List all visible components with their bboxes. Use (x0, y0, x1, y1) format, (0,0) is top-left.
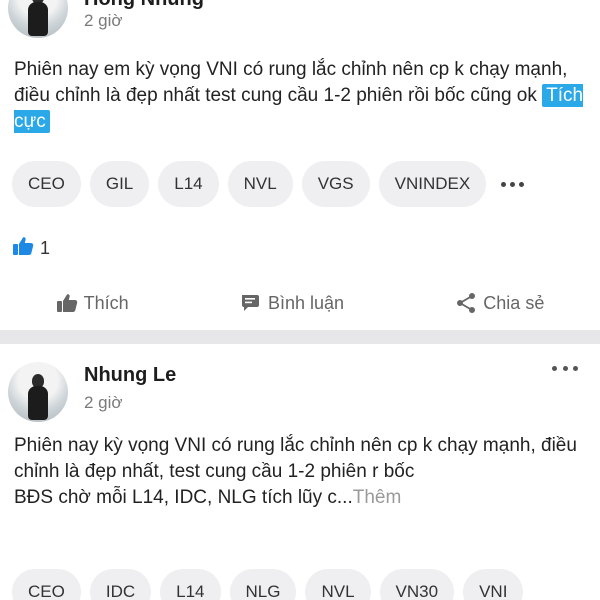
share-label: Chia sẻ (483, 292, 545, 313)
reaction-count: 1 (40, 237, 51, 258)
share-button[interactable]: Chia sẻ (445, 286, 554, 320)
like-button[interactable]: Thích (46, 287, 139, 320)
post-body-line: Phiên nay kỳ vọng VNI có rung lắc chỉnh … (14, 435, 577, 482)
tag-chip[interactable]: IDC (89, 569, 152, 600)
tag-list: CEO GIL L14 NVL VGS VNINDEX (12, 161, 590, 207)
more-tags-icon[interactable] (495, 161, 525, 207)
tag-chip[interactable]: L14 (158, 161, 219, 207)
tag-list: CEO IDC L14 NLG NVL VN30 VNI (12, 569, 590, 600)
like-label: Thích (83, 292, 129, 313)
tag-chip[interactable]: NVL (227, 161, 293, 207)
avatar[interactable] (8, 362, 68, 422)
more-options-icon[interactable] (552, 362, 578, 374)
post-body-excerpt: BĐS chờ mỗi L14, IDC, NLG tích lũy c... (14, 487, 353, 508)
comment-icon (240, 293, 262, 313)
post-time: 2 giờ (84, 393, 123, 412)
post-time: 2 giờ (84, 11, 123, 30)
tag-chip[interactable]: CEO (12, 161, 81, 207)
comment-label: Bình luận (267, 292, 345, 313)
thumbs-up-icon (12, 236, 34, 261)
share-icon (455, 292, 477, 314)
reaction-summary[interactable]: 1 (12, 236, 50, 260)
post-divider (0, 330, 600, 344)
avatar[interactable] (8, 0, 68, 38)
post-text: Phiên nay em kỳ vọng VNI có rung lắc chỉ… (14, 57, 584, 135)
thumbs-up-icon (56, 293, 78, 313)
post-body: Phiên nay em kỳ vọng VNI có rung lắc chỉ… (14, 59, 568, 106)
tag-chip[interactable]: VGS (301, 161, 370, 207)
avatar-figure-body (28, 386, 48, 420)
author-name[interactable]: Hồng Nhung (84, 0, 204, 11)
tag-chip[interactable]: VNINDEX (378, 161, 487, 207)
tag-chip[interactable]: VNI (463, 569, 524, 600)
avatar-figure-body (28, 2, 48, 36)
tag-chip[interactable]: NLG (229, 569, 297, 600)
tag-chip[interactable]: GIL (89, 161, 150, 207)
post-card: Hồng Nhung 2 giờ Phiên nay em kỳ vọng VN… (0, 0, 600, 330)
post-body-line-2: BĐS chờ mỗi L14, IDC, NLG tích lũy c...T… (14, 485, 584, 511)
author-name[interactable]: Nhung Le (84, 364, 176, 387)
post-text: Phiên nay kỳ vọng VNI có rung lắc chỉnh … (14, 433, 584, 511)
comment-button[interactable]: Bình luận (230, 287, 354, 320)
tag-chip[interactable]: NVL (305, 569, 371, 600)
tag-chip[interactable]: L14 (160, 569, 221, 600)
tag-chip[interactable]: VN30 (379, 569, 455, 600)
post-card: Nhung Le 2 giờ Phiên nay kỳ vọng VNI có … (0, 344, 600, 600)
see-more-link[interactable]: Thêm (353, 487, 402, 508)
action-bar: Thích Bình luận Chia sẻ (0, 284, 600, 322)
tag-chip[interactable]: CEO (12, 569, 81, 600)
feed: Hồng Nhung 2 giờ Phiên nay em kỳ vọng VN… (0, 0, 600, 600)
